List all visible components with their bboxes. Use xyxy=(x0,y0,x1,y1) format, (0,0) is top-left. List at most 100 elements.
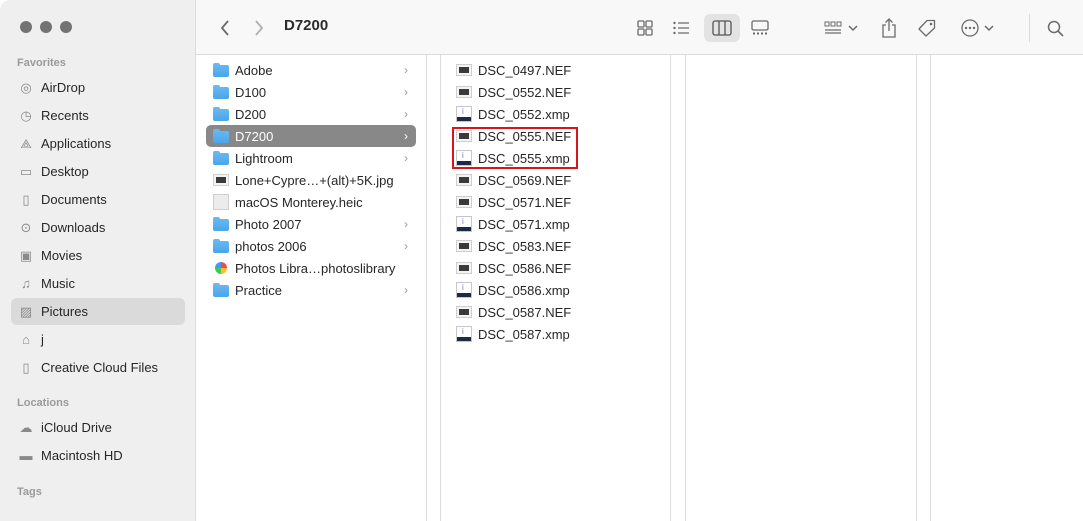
sidebar-item-macintosh-hd[interactable]: ▬ Macintosh HD xyxy=(11,442,185,469)
chevron-down-icon xyxy=(848,25,858,32)
row-label: Lightroom xyxy=(235,150,293,166)
sidebar-item-label: Macintosh HD xyxy=(41,448,123,463)
sidebar-item-documents[interactable]: ▯ Documents xyxy=(11,186,185,213)
cloud-icon: ☁ xyxy=(19,419,33,435)
folder-icon xyxy=(213,239,229,253)
share-icon xyxy=(882,18,896,38)
row-label: DSC_0552.xmp xyxy=(478,106,570,122)
file-row[interactable]: DSC_0552.xmp xyxy=(449,103,589,125)
folder-row[interactable]: photos 2006 › xyxy=(206,235,416,257)
tags-section-title: Tags xyxy=(17,486,42,498)
more-actions-button[interactable] xyxy=(956,14,998,42)
folder-icon xyxy=(213,129,229,143)
row-label: DSC_0586.NEF xyxy=(478,260,572,276)
sidebar-item-label: Creative Cloud Files xyxy=(41,360,159,375)
highlight-annotation xyxy=(452,127,578,169)
grid-icon xyxy=(637,20,653,36)
sidebar-item-pictures[interactable]: ▨ Pictures xyxy=(11,298,185,325)
close-window-button[interactable] xyxy=(20,21,32,33)
share-button[interactable] xyxy=(876,14,902,42)
desktop-icon: ▭ xyxy=(19,163,33,179)
gallery-icon xyxy=(751,20,769,35)
column-view-button[interactable] xyxy=(704,14,740,42)
file-row[interactable]: DSC_0583.NEF xyxy=(449,235,589,257)
row-label: Lone+Cypre…+(alt)+5K.jpg xyxy=(235,172,394,188)
back-button[interactable] xyxy=(212,14,238,42)
chevron-right-icon: › xyxy=(404,239,408,253)
gallery-view-button[interactable] xyxy=(744,14,776,42)
window-controls xyxy=(20,21,72,33)
sidebar-item-creative-cloud-files[interactable]: ▯ Creative Cloud Files xyxy=(11,354,185,381)
row-label: DSC_0497.NEF xyxy=(478,62,572,78)
chevron-right-icon: › xyxy=(404,107,408,121)
folder-icon xyxy=(213,63,229,77)
raw-image-icon xyxy=(456,174,472,186)
xmp-file-icon xyxy=(456,282,472,298)
folder-row[interactable]: D100 › xyxy=(206,81,416,103)
raw-image-icon xyxy=(456,196,472,208)
list-icon xyxy=(673,21,689,35)
file-row[interactable]: DSC_0587.xmp xyxy=(449,323,589,345)
file-row[interactable]: DSC_0552.NEF xyxy=(449,81,589,103)
file-row[interactable]: macOS Monterey.heic xyxy=(206,191,416,213)
search-button[interactable] xyxy=(1042,14,1068,42)
minimize-window-button[interactable] xyxy=(40,21,52,33)
folder-row[interactable]: Photo 2007 › xyxy=(206,213,416,235)
folder-row[interactable]: Practice › xyxy=(206,279,416,301)
clock-icon: ◷ xyxy=(20,107,32,123)
folder-row[interactable]: Lightroom › xyxy=(206,147,416,169)
column-empty-2 xyxy=(930,55,1083,521)
row-label: DSC_0571.xmp xyxy=(478,216,570,232)
list-view-button[interactable] xyxy=(666,14,696,42)
forward-button[interactable] xyxy=(246,14,272,42)
chevron-left-icon xyxy=(220,20,229,36)
file-row[interactable]: DSC_0571.xmp xyxy=(449,213,589,235)
sidebar-item-label: AirDrop xyxy=(41,80,86,95)
sidebar-item-applications[interactable]: ⟁ Applications xyxy=(11,130,185,157)
chevron-right-icon: › xyxy=(404,129,408,143)
zoom-window-button[interactable] xyxy=(60,21,72,33)
favorites-section-title: Favorites xyxy=(17,57,66,69)
row-label: DSC_0587.xmp xyxy=(478,326,570,342)
row-label: Photo 2007 xyxy=(235,216,302,232)
row-label: D100 xyxy=(235,84,267,100)
file-row[interactable]: DSC_0587.NEF xyxy=(449,301,589,323)
file-row[interactable]: DSC_0586.NEF xyxy=(449,257,589,279)
sidebar-item-icloud-drive[interactable]: ☁ iCloud Drive xyxy=(11,414,185,441)
column-pictures: Adobe › D100 › D200 › D7200 › Lightroom › Lone+Cyp… xyxy=(196,55,427,521)
sidebar-item-label: Pictures xyxy=(41,304,88,319)
sidebar-item-desktop[interactable]: ▭ Desktop xyxy=(11,158,185,185)
applications-icon: ⟁ xyxy=(20,135,32,151)
sidebar-item-airdrop[interactable]: ◎ AirDrop xyxy=(11,74,185,101)
sidebar-item-downloads[interactable]: ⊙ Downloads xyxy=(11,214,185,241)
folder-row[interactable]: D7200 › xyxy=(206,125,416,147)
sidebar-item-j[interactable]: ⌂ j xyxy=(11,326,185,353)
columns-icon xyxy=(712,20,732,36)
group-button[interactable] xyxy=(818,14,864,42)
xmp-file-icon xyxy=(456,106,472,122)
file-row[interactable]: DSC_0586.xmp xyxy=(449,279,589,301)
folder-row[interactable]: D200 › xyxy=(206,103,416,125)
file-row[interactable]: DSC_0569.NEF xyxy=(449,169,589,191)
file-row[interactable]: Photos Libra…photoslibrary xyxy=(206,257,416,279)
file-row[interactable]: DSC_0497.NEF xyxy=(449,59,589,81)
file-row[interactable]: Lone+Cypre…+(alt)+5K.jpg xyxy=(206,169,416,191)
tags-button[interactable] xyxy=(914,14,940,42)
raw-image-icon xyxy=(456,262,472,274)
raw-image-icon xyxy=(456,64,472,76)
file-row[interactable]: DSC_0571.NEF xyxy=(449,191,589,213)
raw-image-icon xyxy=(456,240,472,252)
photo-icon: ▨ xyxy=(19,303,33,319)
folder-row[interactable]: Adobe › xyxy=(206,59,416,81)
photos-library-icon xyxy=(215,262,227,274)
music-icon: ♫ xyxy=(21,276,31,291)
folder-icon xyxy=(213,283,229,297)
search-icon xyxy=(1047,20,1064,37)
sidebar-item-music[interactable]: ♫ Music xyxy=(11,270,185,297)
sidebar-item-movies[interactable]: ▣ Movies xyxy=(11,242,185,269)
icon-view-button[interactable] xyxy=(630,14,660,42)
home-icon: ⌂ xyxy=(22,332,30,347)
sidebar-item-recents[interactable]: ◷ Recents xyxy=(11,102,185,129)
folder-icon xyxy=(213,217,229,231)
sidebar: Favorites ◎ AirDrop ◷ Recents ⟁ Applications ▭… xyxy=(0,0,196,521)
